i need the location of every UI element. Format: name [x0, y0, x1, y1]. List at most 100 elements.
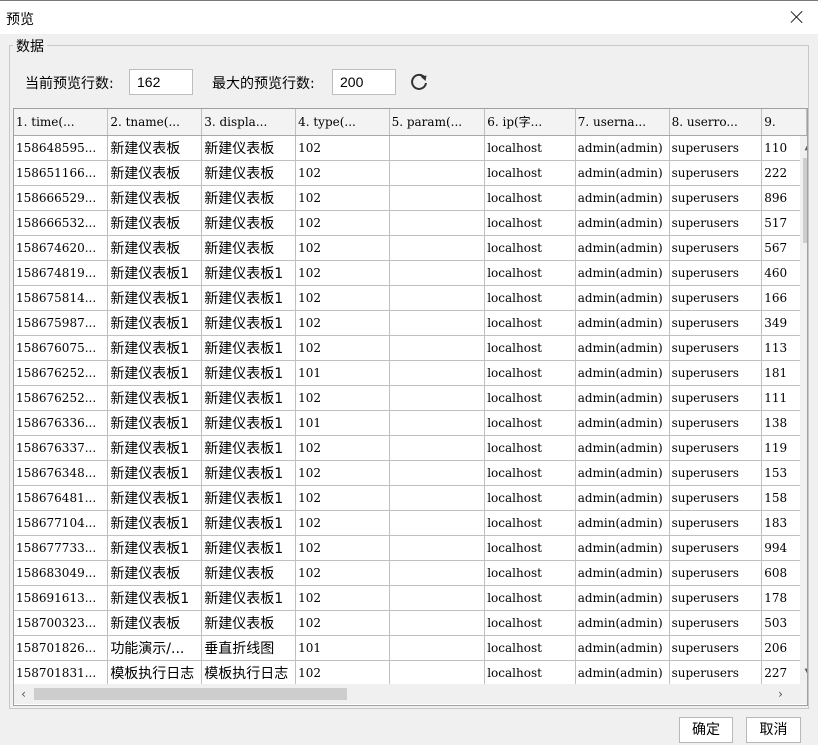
table-cell[interactable]: 102 [295, 485, 390, 511]
table-cell[interactable]: 新建仪表板1 [201, 485, 297, 511]
table-cell[interactable]: superusers [669, 160, 763, 186]
column-header[interactable]: 2. tname(... [107, 109, 203, 136]
table-cell[interactable]: superusers [669, 660, 763, 686]
table-cell[interactable]: 102 [295, 510, 390, 536]
table-cell[interactable]: admin(admin) [575, 560, 670, 586]
table-cell[interactable]: 158675987... [14, 310, 109, 336]
table-cell[interactable]: 102 [295, 585, 390, 611]
table-cell[interactable] [389, 585, 486, 611]
table-cell[interactable]: 158691613... [14, 585, 109, 611]
table-cell[interactable]: admin(admin) [575, 310, 670, 336]
table-cell[interactable]: superusers [669, 610, 763, 636]
table-cell[interactable]: superusers [669, 385, 763, 411]
table-cell[interactable]: superusers [669, 560, 763, 586]
cancel-button[interactable]: 取消 [746, 717, 801, 743]
table-cell[interactable]: 新建仪表板1 [201, 510, 297, 536]
table-cell[interactable] [389, 435, 486, 461]
table-cell[interactable] [389, 460, 486, 486]
table-cell[interactable]: 158676336... [14, 410, 109, 436]
scroll-left-icon[interactable]: ‹ [15, 685, 32, 703]
table-cell[interactable]: 新建仪表板1 [201, 535, 297, 561]
table-cell[interactable]: 新建仪表板 [107, 610, 203, 636]
column-header[interactable]: 5. param(... [389, 109, 486, 136]
table-cell[interactable]: 新建仪表板1 [201, 260, 297, 286]
table-row[interactable]: 158666529... 新建仪表板 新建仪表板 102 localhost admin(… [14, 185, 807, 211]
scroll-right-icon[interactable]: › [772, 685, 789, 703]
table-cell[interactable]: 158676252... [14, 360, 109, 386]
table-cell[interactable]: localhost [484, 485, 576, 511]
table-row[interactable]: 158674819... 新建仪表板1 新建仪表板1 102 localhost admi… [14, 260, 807, 286]
table-cell[interactable] [389, 135, 486, 161]
table-row[interactable]: 158700323... 新建仪表板 新建仪表板 102 localhost admin(… [14, 610, 807, 636]
column-header[interactable]: 7. userna... [575, 109, 670, 136]
table-cell[interactable]: localhost [484, 460, 576, 486]
table-cell[interactable]: 新建仪表板 [107, 185, 203, 211]
table-cell[interactable]: admin(admin) [575, 285, 670, 311]
table-cell[interactable] [389, 535, 486, 561]
table-cell[interactable]: superusers [669, 335, 763, 361]
table-cell[interactable]: 新建仪表板 [201, 560, 297, 586]
table-cell[interactable]: superusers [669, 485, 763, 511]
table-cell[interactable]: 新建仪表板1 [107, 285, 203, 311]
table-cell[interactable]: 新建仪表板1 [201, 435, 297, 461]
table-row[interactable]: 158676337... 新建仪表板1 新建仪表板1 102 localhost admi… [14, 435, 807, 461]
table-row[interactable]: 158676252... 新建仪表板1 新建仪表板1 101 localhost admi… [14, 360, 807, 386]
table-cell[interactable]: 模板执行日志 [201, 660, 297, 686]
table-cell[interactable]: 158700323... [14, 610, 109, 636]
table-cell[interactable]: admin(admin) [575, 410, 670, 436]
table-cell[interactable]: 158651166... [14, 160, 109, 186]
table-cell[interactable] [389, 485, 486, 511]
table-cell[interactable] [389, 510, 486, 536]
table-cell[interactable]: admin(admin) [575, 260, 670, 286]
table-cell[interactable]: 102 [295, 435, 390, 461]
table-cell[interactable]: 158676252... [14, 385, 109, 411]
table-cell[interactable]: localhost [484, 635, 576, 661]
table-cell[interactable]: 新建仪表板 [201, 160, 297, 186]
table-cell[interactable] [389, 310, 486, 336]
horizontal-scrollbar[interactable]: ‹ › [14, 684, 807, 704]
table-cell[interactable]: superusers [669, 510, 763, 536]
table-cell[interactable]: admin(admin) [575, 635, 670, 661]
table-row[interactable]: 158676252... 新建仪表板1 新建仪表板1 102 localhost admi… [14, 385, 807, 411]
table-cell[interactable]: localhost [484, 310, 576, 336]
vertical-scroll-thumb[interactable] [803, 158, 807, 243]
table-cell[interactable]: localhost [484, 410, 576, 436]
table-cell[interactable]: localhost [484, 435, 576, 461]
table-cell[interactable]: 101 [295, 635, 390, 661]
table-cell[interactable]: localhost [484, 260, 576, 286]
table-cell[interactable] [389, 560, 486, 586]
table-cell[interactable]: admin(admin) [575, 460, 670, 486]
table-cell[interactable]: 新建仪表板1 [107, 510, 203, 536]
scroll-down-icon[interactable]: ▼ [800, 664, 807, 682]
table-cell[interactable]: 新建仪表板 [107, 160, 203, 186]
table-cell[interactable]: 垂直折线图 [201, 635, 297, 661]
table-cell[interactable]: superusers [669, 135, 763, 161]
table-cell[interactable]: localhost [484, 135, 576, 161]
table-cell[interactable]: superusers [669, 360, 763, 386]
table-cell[interactable]: localhost [484, 585, 576, 611]
table-cell[interactable]: 新建仪表板 [107, 235, 203, 261]
table-cell[interactable]: superusers [669, 210, 763, 236]
table-cell[interactable]: 158676075... [14, 335, 109, 361]
table-cell[interactable]: 新建仪表板1 [201, 460, 297, 486]
table-cell[interactable] [389, 660, 486, 686]
table-row[interactable]: 158683049... 新建仪表板 新建仪表板 102 localhost admin(… [14, 560, 807, 586]
table-cell[interactable]: admin(admin) [575, 485, 670, 511]
table-row[interactable]: 158651166... 新建仪表板 新建仪表板 102 localhost admin(… [14, 160, 807, 186]
column-header[interactable]: 8. userro... [669, 109, 763, 136]
table-cell[interactable]: 新建仪表板1 [107, 535, 203, 561]
table-cell[interactable] [389, 410, 486, 436]
table-cell[interactable]: 102 [295, 210, 390, 236]
table-cell[interactable]: admin(admin) [575, 660, 670, 686]
table-cell[interactable]: 102 [295, 335, 390, 361]
column-header[interactable]: 9. [761, 109, 807, 136]
table-cell[interactable] [389, 385, 486, 411]
table-cell[interactable] [389, 635, 486, 661]
table-cell[interactable]: localhost [484, 610, 576, 636]
table-row[interactable]: 158701826... 功能演示/... 垂直折线图 101 localhost adm… [14, 635, 807, 661]
table-cell[interactable]: 新建仪表板 [107, 135, 203, 161]
table-cell[interactable]: 新建仪表板1 [107, 385, 203, 411]
table-cell[interactable]: superusers [669, 435, 763, 461]
table-cell[interactable]: 158675814... [14, 285, 109, 311]
table-cell[interactable]: admin(admin) [575, 610, 670, 636]
